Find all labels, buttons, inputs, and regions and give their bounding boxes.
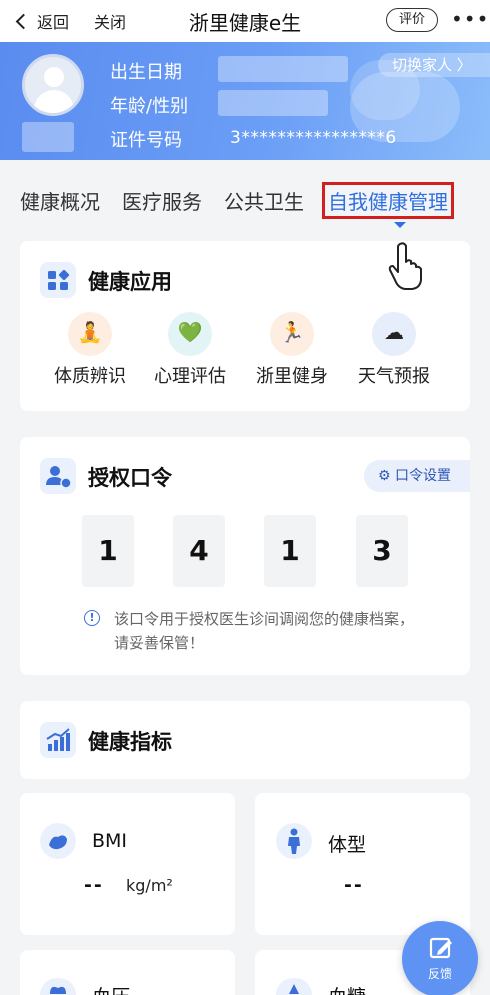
tab-health-overview[interactable]: 健康概况 [20,186,100,215]
tab-public-health[interactable]: 公共卫生 [224,186,304,215]
app-label: 浙里健身 [256,366,328,387]
birth-date-label: 出生日期 [110,62,182,83]
feedback-button[interactable]: 反馈 [402,921,478,995]
age-gender-label: 年龄/性别 [110,96,189,117]
app-psych-assessment[interactable]: 💚 心理评估 [140,312,240,388]
code-settings-label: 口令设置 [395,468,452,484]
tab-medical-service[interactable]: 医疗服务 [122,186,202,215]
bmi-card[interactable] [20,793,235,935]
auth-code-title: 授权口令 [88,466,172,490]
health-apps-title: 健康应用 [88,270,172,294]
health-metrics-title: 健康指标 [88,730,172,754]
tab-self-health-management[interactable]: 自我健康管理 [322,182,454,219]
more-options-icon[interactable]: ••• [451,9,489,29]
auth-code-notice: 该口令用于授权医生诊间调阅您的健康档案，请妥善保管！ [114,610,415,652]
trend-chart-icon [40,722,76,758]
avatar[interactable] [22,54,84,116]
body-type-card[interactable] [255,793,470,935]
heart-psych-icon: 💚 [168,312,212,356]
id-number-label: 证件号码 [110,130,182,151]
hand-cursor-icon [386,240,430,299]
blurred-name [22,122,74,152]
nav-bar: 返回 关闭 浙里健康e生 评价 ••• [0,0,490,42]
weather-cloud-icon: ☁ [372,312,416,356]
bmi-unit: kg/m² [126,876,173,895]
edit-icon [428,935,454,965]
rate-button[interactable]: 评价 [386,8,438,32]
feedback-label: 反馈 [427,967,452,981]
app-fitness[interactable]: 🏃 浙里健身 [242,312,342,388]
code-digit: 1 [82,515,134,587]
blood-sugar-label: 血糖 [328,982,366,995]
bmi-label: BMI [92,830,128,852]
active-tab-indicator [394,222,406,228]
tab-bar: 健康概况 医疗服务 公共卫生 自我健康管理 [0,160,490,228]
blurred-age-gender [218,90,328,116]
apps-grid-icon [40,262,76,298]
human-body-icon [276,823,312,859]
gear-icon: ⚙ [378,468,396,484]
app-label: 心理评估 [154,366,226,387]
arm-muscle-icon [40,823,76,859]
profile-banner: 出生日期 年龄/性别 证件号码 3****************6 切换家人 … [0,42,490,160]
body-type-label: 体型 [328,834,367,856]
id-number-value: 3****************6 [230,128,397,148]
blurred-birth-date [218,56,348,82]
code-digit: 1 [264,515,316,587]
app-constitution[interactable]: 🧘 体质辨识 [40,312,140,388]
bmi-value: -- [84,874,104,896]
code-settings-button[interactable]: ⚙ 口令设置 [364,460,470,492]
person-key-icon [40,458,76,494]
constitution-icon: 🧘 [68,312,112,356]
code-digit: 3 [356,515,408,587]
switch-family-button[interactable]: 切换家人 〉 [378,53,490,77]
app-label: 天气预报 [358,366,430,387]
code-digit: 4 [173,515,225,587]
blood-pressure-label: 血压 [92,982,130,995]
treadmill-icon: 🏃 [270,312,314,356]
body-type-value: -- [344,874,364,896]
app-weather[interactable]: ☁ 天气预报 [344,312,444,388]
app-label: 体质辨识 [54,366,126,387]
